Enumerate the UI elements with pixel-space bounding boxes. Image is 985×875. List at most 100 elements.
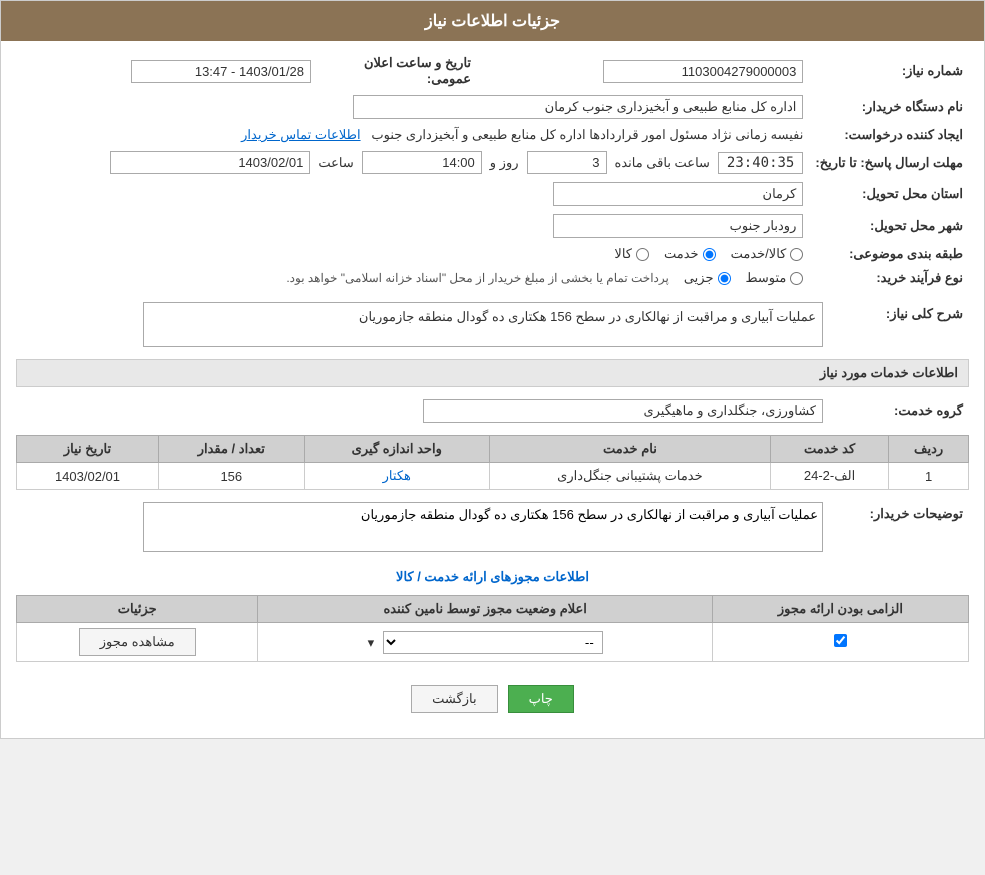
- services-table-body: 1 الف-2-24 خدمات پشتیبانی جنگل‌داری هکتا…: [17, 463, 969, 490]
- purchase-type-motavaset-radio[interactable]: [790, 272, 803, 285]
- permissions-header-row: الزامی بودن ارائه مجوز اعلام وضعیت مجوز …: [17, 596, 969, 623]
- perm-required-cell: [712, 623, 968, 662]
- category-kala-khedmat: کالا/خدمت: [731, 246, 804, 262]
- cell-service-code: الف-2-24: [770, 463, 888, 490]
- creator-value: نفیسه زمانی نژاد مسئول امور قراردادها اد…: [16, 123, 809, 147]
- table-row: 1 الف-2-24 خدمات پشتیبانی جنگل‌داری هکتا…: [17, 463, 969, 490]
- deadline-days-field: 3: [527, 151, 607, 174]
- services-table-head: ردیف کد خدمت نام خدمت واحد اندازه گیری ت…: [17, 436, 969, 463]
- purchase-type-row: نوع فرآیند خرید: متوسط جزیی: [16, 266, 969, 290]
- col-service-name: نام خدمت: [489, 436, 770, 463]
- creator-label: ایجاد کننده درخواست:: [809, 123, 969, 147]
- city-field: رودبار جنوب: [553, 214, 803, 238]
- deadline-label: مهلت ارسال پاسخ: تا تاریخ:: [809, 147, 969, 178]
- category-options: کالا/خدمت خدمت کالا: [16, 242, 809, 266]
- category-khedmat-radio[interactable]: [703, 248, 716, 261]
- perm-required-checkbox[interactable]: [834, 634, 847, 647]
- services-table: ردیف کد خدمت نام خدمت واحد اندازه گیری ت…: [16, 435, 969, 490]
- general-need-section: شرح کلی نیاز: عملیات آبیاری و مراقبت از …: [16, 298, 969, 351]
- buyer-description-row: توضیحات خریدار:: [16, 498, 969, 559]
- buyer-description-table: توضیحات خریدار:: [16, 498, 969, 559]
- services-section-title: اطلاعات خدمات مورد نیاز: [16, 359, 969, 387]
- deadline-time-field: 14:00: [362, 151, 482, 174]
- category-kala-radio[interactable]: [636, 248, 649, 261]
- buyer-description-value: [16, 498, 829, 559]
- category-kala-khedmat-radio[interactable]: [790, 248, 803, 261]
- purchase-type-options: متوسط جزیی پرداخت تمام یا بخشی از مبلغ خ…: [16, 266, 809, 290]
- deadline-datetime-row: 23:40:35 ساعت باقی مانده 3 روز و 14:00 س…: [22, 151, 803, 174]
- page-wrapper: جزئیات اطلاعات نیاز شماره نیاز: 11030042…: [0, 0, 985, 739]
- buyer-org-field: اداره کل منابع طبیعی و آبخیزداری جنوب کر…: [353, 95, 803, 119]
- city-label: شهر محل تحویل:: [809, 210, 969, 242]
- chevron-down-icon: ▾: [368, 635, 375, 650]
- col-service-code: کد خدمت: [770, 436, 888, 463]
- time-label: ساعت: [318, 155, 353, 171]
- service-group-label: گروه خدمت:: [829, 395, 969, 427]
- view-permission-button[interactable]: مشاهده مجوز: [79, 628, 196, 656]
- perm-status-select[interactable]: --: [383, 631, 603, 654]
- cell-service-name: خدمات پشتیبانی جنگل‌داری: [489, 463, 770, 490]
- info-table: شماره نیاز: 1103004279000003 تاریخ و ساع…: [16, 51, 969, 290]
- permissions-table: الزامی بودن ارائه مجوز اعلام وضعیت مجوز …: [16, 595, 969, 662]
- perm-status-cell: -- ▾: [258, 623, 712, 662]
- city-value: رودبار جنوب: [16, 210, 809, 242]
- need-number-label: شماره نیاز:: [809, 51, 969, 91]
- buyer-description-label: توضیحات خریدار:: [829, 498, 969, 559]
- category-kala: کالا: [614, 246, 649, 262]
- countdown-display: 23:40:35: [718, 152, 803, 174]
- general-need-value: عملیات آبیاری و مراقبت از نهالکاری در سط…: [16, 298, 829, 351]
- days-label: روز و: [490, 155, 519, 171]
- general-need-label: شرح کلی نیاز:: [829, 298, 969, 351]
- province-row: استان محل تحویل: کرمان: [16, 178, 969, 210]
- buyer-org-row: نام دستگاه خریدار: اداره کل منابع طبیعی …: [16, 91, 969, 123]
- table-row: -- ▾ مشاهده مجوز: [17, 623, 969, 662]
- category-radio-group: کالا/خدمت خدمت کالا: [22, 246, 803, 262]
- creator-contact-link[interactable]: اطلاعات تماس خریدار: [241, 127, 360, 142]
- buyer-org-value: اداره کل منابع طبیعی و آبخیزداری جنوب کر…: [16, 91, 809, 123]
- perm-col-status: اعلام وضعیت مجوز توسط نامین کننده: [258, 596, 712, 623]
- purchase-type-jozi-radio[interactable]: [718, 272, 731, 285]
- deadline-value: 23:40:35 ساعت باقی مانده 3 روز و 14:00 س…: [16, 147, 809, 178]
- category-row: طبقه بندی موضوعی: کالا/خدمت خدمت: [16, 242, 969, 266]
- purchase-type-radio-group: متوسط جزیی: [684, 270, 804, 286]
- cell-row-num: 1: [889, 463, 969, 490]
- permissions-section-title: اطلاعات مجوزهای ارائه خدمت / کالا: [16, 569, 969, 585]
- purchase-type-jozi: جزیی: [684, 270, 731, 286]
- back-button[interactable]: بازگشت: [411, 685, 497, 713]
- service-group-field: کشاورزی، جنگلداری و ماهیگیری: [423, 399, 823, 423]
- province-value: کرمان: [16, 178, 809, 210]
- cell-need-date: 1403/02/01: [17, 463, 159, 490]
- announce-datetime-field: 1403/01/28 - 13:47: [131, 60, 311, 83]
- perm-col-required: الزامی بودن ارائه مجوز: [712, 596, 968, 623]
- need-number-value: 1103004279000003: [477, 51, 809, 91]
- col-need-date: تاریخ نیاز: [17, 436, 159, 463]
- province-field: کرمان: [553, 182, 803, 206]
- city-row: شهر محل تحویل: رودبار جنوب: [16, 210, 969, 242]
- cell-unit: هکتار: [304, 463, 489, 490]
- buyer-description-field[interactable]: [143, 502, 823, 552]
- deadline-date-field: 1403/02/01: [110, 151, 310, 174]
- general-need-row: شرح کلی نیاز: عملیات آبیاری و مراقبت از …: [16, 298, 969, 351]
- need-number-field: 1103004279000003: [603, 60, 803, 83]
- bottom-buttons: چاپ بازگشت: [16, 670, 969, 728]
- category-khedmat: خدمت: [664, 246, 716, 262]
- purchase-type-label: نوع فرآیند خرید:: [809, 266, 969, 290]
- purchase-type-note: پرداخت تمام یا بخشی از مبلغ خریدار از مح…: [286, 271, 669, 285]
- buyer-org-label: نام دستگاه خریدار:: [809, 91, 969, 123]
- permissions-table-head: الزامی بودن ارائه مجوز اعلام وضعیت مجوز …: [17, 596, 969, 623]
- deadline-row: مهلت ارسال پاسخ: تا تاریخ: 23:40:35 ساعت…: [16, 147, 969, 178]
- service-group-value: کشاورزی، جنگلداری و ماهیگیری: [16, 395, 829, 427]
- service-group-row: گروه خدمت: کشاورزی، جنگلداری و ماهیگیری: [16, 395, 969, 427]
- purchase-type-motavaset: متوسط: [746, 270, 804, 286]
- services-header-row: ردیف کد خدمت نام خدمت واحد اندازه گیری ت…: [17, 436, 969, 463]
- page-title: جزئیات اطلاعات نیاز: [425, 13, 560, 30]
- remaining-label: ساعت باقی مانده: [615, 155, 710, 171]
- permissions-table-body: -- ▾ مشاهده مجوز: [17, 623, 969, 662]
- perm-col-details: جزئیات: [17, 596, 258, 623]
- cell-quantity: 156: [158, 463, 304, 490]
- announce-datetime-value: 1403/01/28 - 13:47: [16, 51, 317, 91]
- col-row-num: ردیف: [889, 436, 969, 463]
- page-header: جزئیات اطلاعات نیاز: [1, 1, 984, 41]
- service-group-table: گروه خدمت: کشاورزی، جنگلداری و ماهیگیری: [16, 395, 969, 427]
- print-button[interactable]: چاپ: [508, 685, 574, 713]
